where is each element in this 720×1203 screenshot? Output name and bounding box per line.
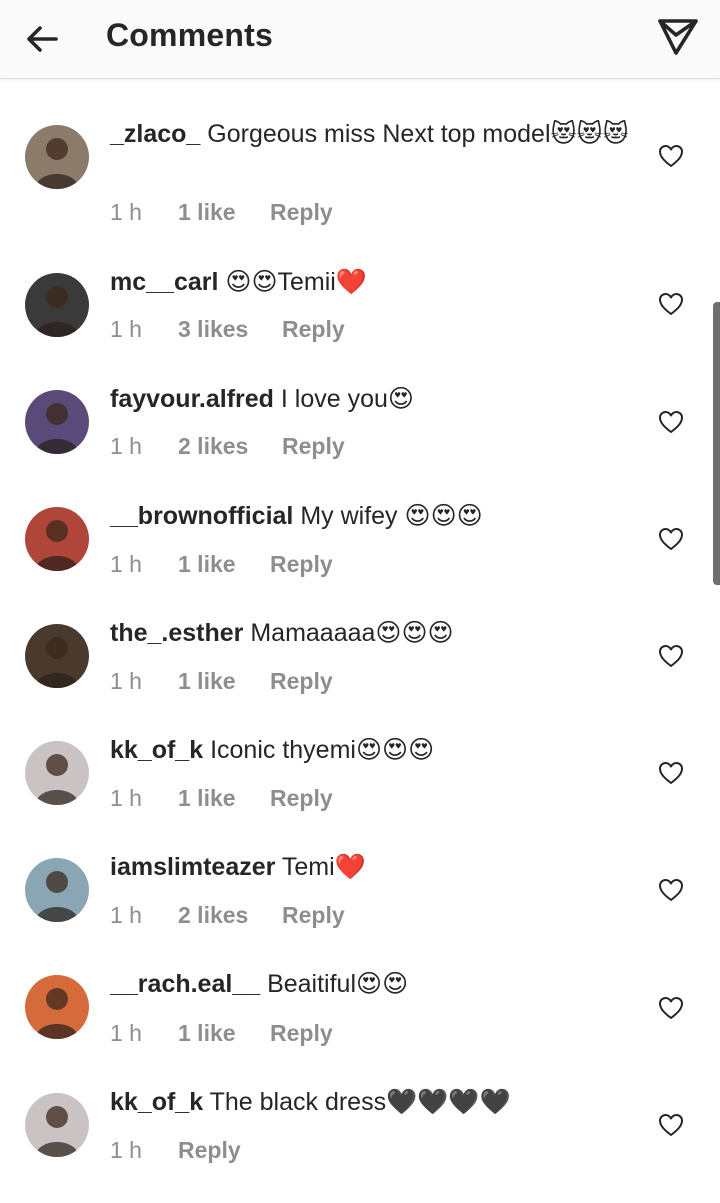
comment-body: 😍😍Temii❤️	[225, 268, 367, 296]
avatar[interactable]	[25, 975, 89, 1039]
comment-meta: 1 h 1 like Reply	[110, 1018, 333, 1048]
like-heart-icon[interactable]	[658, 644, 684, 668]
comment-row: iamslimteazer Temi❤️	[0, 853, 720, 968]
avatar[interactable]	[25, 273, 89, 337]
avatar[interactable]	[25, 624, 89, 688]
comment-timestamp: 1 h	[110, 315, 142, 342]
like-heart-icon[interactable]	[658, 1113, 684, 1137]
avatar[interactable]	[25, 390, 89, 454]
comment-like-count[interactable]: 2 likes	[178, 433, 282, 460]
comment-meta: 1 h 1 like Reply	[110, 783, 333, 813]
comment-row: fayvour.alfred I love you😍	[0, 385, 720, 500]
direct-share-icon[interactable]	[656, 15, 700, 59]
reply-button[interactable]: Reply	[270, 1020, 333, 1047]
like-heart-icon[interactable]	[658, 144, 684, 168]
comment-username[interactable]: __brownofficial	[110, 502, 293, 530]
comment-meta: 1 h 1 like Reply	[110, 666, 333, 696]
avatar[interactable]	[25, 1093, 89, 1157]
reply-button[interactable]: Reply	[270, 668, 333, 695]
comment-body: Temi❤️	[281, 853, 366, 881]
like-heart-icon[interactable]	[658, 292, 684, 316]
comment-username[interactable]: kk_of_k	[110, 736, 203, 764]
comment-text: kk_of_k The black dress🖤🖤🖤🖤	[110, 1086, 630, 1118]
comment-username[interactable]: kk_of_k	[110, 1088, 203, 1116]
comment-timestamp: 1 h	[110, 1019, 142, 1046]
avatar[interactable]	[25, 125, 89, 189]
reply-button[interactable]: Reply	[178, 1137, 241, 1164]
comment-row: _zlaco_ Gorgeous miss Next top model😻😻😻	[0, 120, 720, 235]
comment-row: kk_of_k Iconic thyemi😍😍😍	[0, 736, 720, 851]
comment-timestamp: 1 h	[110, 432, 142, 459]
top-bar: Comments	[0, 0, 720, 79]
avatar[interactable]	[25, 507, 89, 571]
reply-button[interactable]: Reply	[270, 551, 333, 578]
comment-meta: 1 h 3 likes Reply	[110, 314, 345, 344]
comment-text: __brownofficial My wifey 😍😍😍	[110, 500, 630, 532]
back-arrow-icon[interactable]	[22, 19, 62, 59]
like-heart-icon[interactable]	[658, 410, 684, 434]
comment-timestamp: 1 h	[110, 784, 142, 811]
avatar[interactable]	[25, 858, 89, 922]
comment-body: My wifey 😍😍😍	[300, 502, 483, 530]
comment-timestamp: 1 h	[110, 667, 142, 694]
scrollbar[interactable]	[713, 302, 720, 585]
comment-text: iamslimteazer Temi❤️	[110, 851, 630, 883]
comment-username[interactable]: _zlaco_	[110, 120, 200, 148]
comment-body: Mamaaaaa😍😍😍	[250, 619, 454, 647]
comment-text: __rach.eal__ Beaitiful😍😍	[110, 968, 630, 1000]
comment-username[interactable]: mc__carl	[110, 268, 218, 296]
reply-button[interactable]: Reply	[282, 316, 345, 343]
reply-button[interactable]: Reply	[270, 199, 333, 226]
comment-body: Iconic thyemi😍😍😍	[210, 736, 435, 764]
comment-meta: 1 h 1 like Reply	[110, 549, 333, 579]
reply-button[interactable]: Reply	[282, 433, 345, 460]
comment-like-count[interactable]: 1 like	[178, 199, 270, 226]
comment-text: _zlaco_ Gorgeous miss Next top model😻😻😻	[110, 118, 630, 150]
comment-text: the_.esther Mamaaaaa😍😍😍	[110, 617, 630, 649]
comment-body: Beaitiful😍😍	[267, 970, 409, 998]
reply-button[interactable]: Reply	[270, 785, 333, 812]
comment-timestamp: 1 h	[110, 1136, 142, 1163]
comment-like-count[interactable]: 1 like	[178, 551, 270, 578]
comment-text: kk_of_k Iconic thyemi😍😍😍	[110, 734, 630, 766]
like-heart-icon[interactable]	[658, 761, 684, 785]
comment-username[interactable]: __rach.eal__	[110, 970, 260, 998]
comment-body: The black dress🖤🖤🖤🖤	[209, 1088, 511, 1116]
comment-timestamp: 1 h	[110, 198, 142, 225]
like-heart-icon[interactable]	[658, 996, 684, 1020]
comment-like-count[interactable]: 3 likes	[178, 316, 282, 343]
comment-body: Gorgeous miss Next top model😻😻😻	[207, 120, 629, 148]
comment-body: I love you😍	[280, 385, 414, 413]
comment-timestamp: 1 h	[110, 550, 142, 577]
like-heart-icon[interactable]	[658, 878, 684, 902]
comment-username[interactable]: fayvour.alfred	[110, 385, 274, 413]
comment-text: mc__carl 😍😍Temii❤️	[110, 266, 630, 298]
comment-like-count[interactable]: 1 like	[178, 668, 270, 695]
avatar[interactable]	[25, 741, 89, 805]
comment-row: __rach.eal__ Beaitiful😍😍	[0, 970, 720, 1085]
comment-like-count[interactable]: 2 likes	[178, 902, 282, 929]
comment-timestamp: 1 h	[110, 901, 142, 928]
comment-like-count[interactable]: 1 like	[178, 785, 270, 812]
comment-meta: 1 h Reply	[110, 1135, 241, 1165]
comment-like-count[interactable]: 1 like	[178, 1020, 270, 1047]
reply-button[interactable]: Reply	[282, 902, 345, 929]
comment-row: the_.esther Mamaaaaa😍😍😍	[0, 619, 720, 734]
comment-username[interactable]: iamslimteazer	[110, 853, 275, 881]
comment-username[interactable]: the_.esther	[110, 619, 243, 647]
comment-row: mc__carl 😍😍Temii❤️	[0, 268, 720, 383]
comment-text: fayvour.alfred I love you😍	[110, 383, 630, 415]
comment-meta: 1 h 1 like Reply	[110, 197, 333, 227]
comment-meta: 1 h 2 likes Reply	[110, 431, 345, 461]
comment-meta: 1 h 2 likes Reply	[110, 900, 345, 930]
page-title: Comments	[106, 17, 273, 53]
comment-row: __brownofficial My wifey 😍😍😍	[0, 502, 720, 617]
like-heart-icon[interactable]	[658, 527, 684, 551]
